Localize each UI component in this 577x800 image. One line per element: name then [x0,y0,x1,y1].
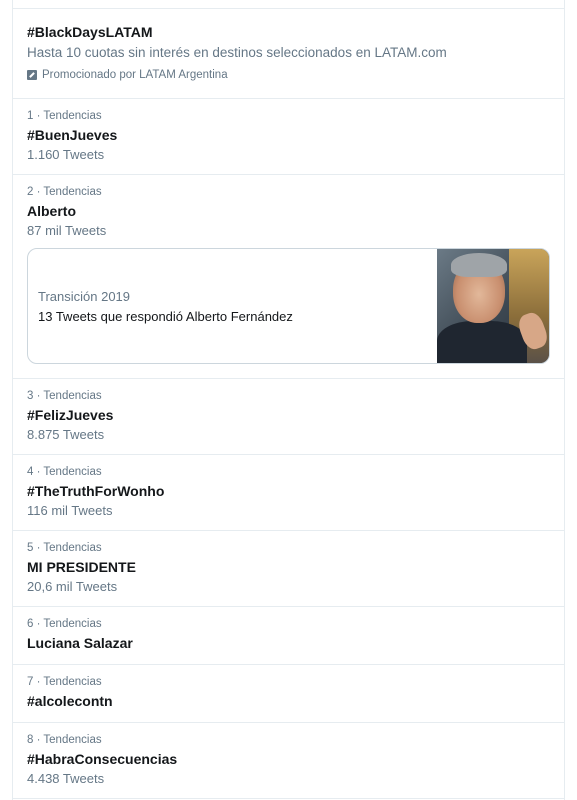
trend-count: 116 mil Tweets [27,503,113,518]
trend-title: MI PRESIDENTE [27,559,136,575]
promoted-by: Promocionado por LATAM Argentina [27,68,550,82]
trends-panel: #BlackDaysLATAM Hasta 10 cuotas sin inte… [12,0,565,800]
trend-count: 20,6 mil Tweets [27,579,118,594]
trend-item-5[interactable]: 5 · Tendencias MI PRESIDENTE 20,6 mil Tw… [13,531,564,607]
moment-description: 13 Tweets que respondió Alberto Fernánde… [38,309,293,324]
trend-title: #TheTruthForWonho [27,483,165,499]
trend-item-3[interactable]: 3 · Tendencias #FelizJueves 8.875 Tweets [13,379,564,455]
trend-title: Alberto [27,203,76,219]
trend-count: 87 mil Tweets [27,223,107,238]
moment-photo [437,249,549,363]
promoted-description: Hasta 10 cuotas sin interés en destinos … [27,45,447,60]
trend-item-1[interactable]: 1 · Tendencias #BuenJueves 1.160 Tweets [13,99,564,175]
trend-item-6[interactable]: 6 · Tendencias Luciana Salazar [13,607,564,665]
trend-rank: 8 · Tendencias [27,734,102,746]
trend-count: 8.875 Tweets [27,427,105,442]
moment-card-text: Transición 2019 13 Tweets que respondió … [28,249,437,363]
trend-item-4[interactable]: 4 · Tendencias #TheTruthForWonho 116 mil… [13,455,564,531]
trend-rank: 7 · Tendencias [27,676,102,688]
trend-title: #BuenJueves [27,127,118,143]
trend-title: Luciana Salazar [27,635,133,651]
trend-item-7[interactable]: 7 · Tendencias #alcolecontn [13,665,564,723]
trend-rank: 2 · Tendencias [27,186,102,198]
trend-item-8[interactable]: 8 · Tendencias #HabraConsecuencias 4.438… [13,723,564,799]
moment-card[interactable]: Transición 2019 13 Tweets que respondió … [27,248,550,364]
trend-title: #FelizJueves [27,407,114,423]
promoted-trend[interactable]: #BlackDaysLATAM Hasta 10 cuotas sin inte… [13,8,564,99]
trend-count: 4.438 Tweets [27,771,105,786]
trend-rank: 5 · Tendencias [27,542,102,554]
promoted-title: #BlackDaysLATAM [27,24,153,40]
trend-title: #alcolecontn [27,693,113,709]
trend-count: 1.160 Tweets [27,147,105,162]
trend-rank: 4 · Tendencias [27,466,102,478]
trend-item-2[interactable]: 2 · Tendencias Alberto 87 mil Tweets Tra… [13,175,564,379]
promoted-by-label: Promocionado por LATAM Argentina [42,69,228,81]
trend-rank: 1 · Tendencias [27,110,102,122]
promoted-icon [27,70,37,80]
moment-topic: Transición 2019 [38,289,131,304]
trend-rank: 3 · Tendencias [27,390,102,402]
trend-title: #HabraConsecuencias [27,751,178,767]
trend-rank: 6 · Tendencias [27,618,102,630]
